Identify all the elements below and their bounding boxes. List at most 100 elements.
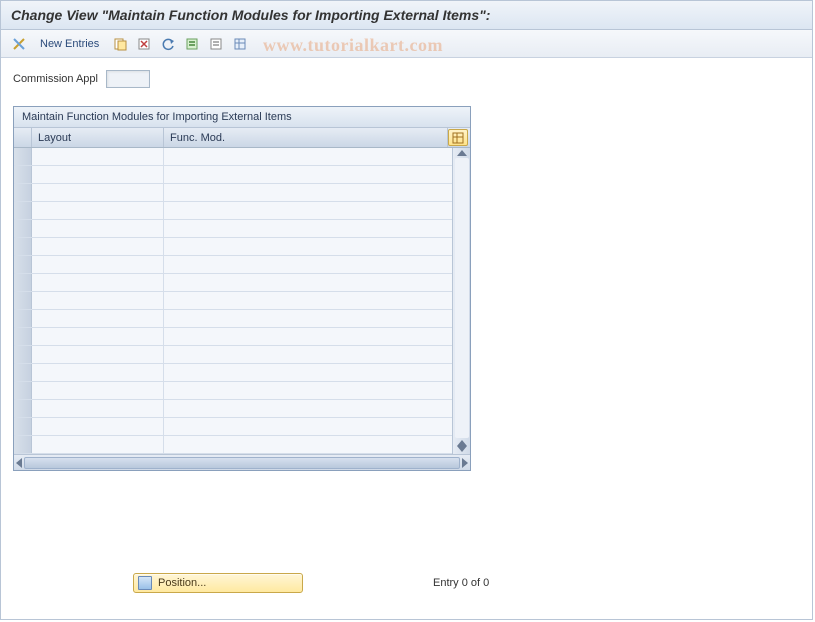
cell-layout[interactable] [32,364,164,381]
position-button[interactable]: Position... [133,573,303,593]
table-row[interactable] [14,382,452,400]
cell-layout[interactable] [32,436,164,453]
cell-layout[interactable] [32,274,164,291]
row-selector[interactable] [14,274,32,291]
table-row[interactable] [14,310,452,328]
vertical-scrollbar[interactable] [452,148,470,454]
cell-layout[interactable] [32,184,164,201]
table-row[interactable] [14,436,452,454]
cell-func-mod[interactable] [164,436,452,453]
cell-layout[interactable] [32,166,164,183]
commission-appl-input[interactable] [106,70,150,88]
cell-func-mod[interactable] [164,238,452,255]
cell-func-mod[interactable] [164,202,452,219]
cell-layout[interactable] [32,310,164,327]
table-row[interactable] [14,346,452,364]
cell-layout[interactable] [32,292,164,309]
cell-layout[interactable] [32,418,164,435]
cell-func-mod[interactable] [164,382,452,399]
toolbar: New Entries [1,30,812,58]
scroll-track[interactable] [455,158,469,438]
table-row[interactable] [14,184,452,202]
row-selector[interactable] [14,238,32,255]
cell-func-mod[interactable] [164,400,452,417]
table-row[interactable] [14,202,452,220]
cell-layout[interactable] [32,238,164,255]
cell-func-mod[interactable] [164,346,452,363]
row-selector[interactable] [14,436,32,453]
row-selector[interactable] [14,184,32,201]
table-row[interactable] [14,328,452,346]
scroll-right-icon[interactable] [462,458,468,468]
hscroll-thumb[interactable] [24,457,460,469]
row-selector[interactable] [14,148,32,165]
table-row[interactable] [14,292,452,310]
cell-layout[interactable] [32,382,164,399]
content-area: Commission Appl Maintain Function Module… [1,58,812,483]
row-selector[interactable] [14,310,32,327]
table-settings-icon[interactable] [230,34,250,54]
commission-appl-label: Commission Appl [13,73,98,85]
delete-icon[interactable] [134,34,154,54]
cell-func-mod[interactable] [164,184,452,201]
toggle-icon[interactable] [9,34,29,54]
row-selector[interactable] [14,292,32,309]
table-title: Maintain Function Modules for Importing … [14,107,470,128]
row-selector[interactable] [14,220,32,237]
undo-icon[interactable] [158,34,178,54]
row-selector[interactable] [14,364,32,381]
cell-layout[interactable] [32,400,164,417]
cell-func-mod[interactable] [164,328,452,345]
cell-layout[interactable] [32,346,164,363]
column-select-all[interactable] [14,128,32,147]
row-selector[interactable] [14,418,32,435]
cell-layout[interactable] [32,202,164,219]
table-row[interactable] [14,238,452,256]
cell-func-mod[interactable] [164,274,452,291]
table-row[interactable] [14,274,452,292]
row-selector[interactable] [14,400,32,417]
table-row[interactable] [14,256,452,274]
cell-func-mod[interactable] [164,256,452,273]
hscroll-track[interactable] [24,457,460,469]
page-title: Change View "Maintain Function Modules f… [1,1,812,30]
cell-func-mod[interactable] [164,220,452,237]
table-row[interactable] [14,400,452,418]
column-func-mod[interactable]: Func. Mod. [164,128,448,147]
row-selector[interactable] [14,382,32,399]
new-entries-button[interactable]: New Entries [33,34,106,54]
column-layout[interactable]: Layout [32,128,164,147]
scroll-up-icon[interactable] [457,150,467,156]
cell-func-mod[interactable] [164,148,452,165]
scroll-left-icon[interactable] [16,458,22,468]
table-body [14,148,470,454]
cell-func-mod[interactable] [164,418,452,435]
app-window: Change View "Maintain Function Modules f… [0,0,813,620]
cell-func-mod[interactable] [164,364,452,381]
cell-layout[interactable] [32,220,164,237]
table-row[interactable] [14,220,452,238]
footer: Position... Entry 0 of 0 [1,573,812,593]
table-row[interactable] [14,166,452,184]
new-entries-label: New Entries [40,38,99,50]
cell-func-mod[interactable] [164,166,452,183]
scroll-down-icon[interactable] [457,446,467,452]
deselect-icon[interactable] [206,34,226,54]
row-selector[interactable] [14,202,32,219]
cell-layout[interactable] [32,256,164,273]
cell-func-mod[interactable] [164,292,452,309]
table-row[interactable] [14,148,452,166]
table-row[interactable] [14,418,452,436]
copy-icon[interactable] [110,34,130,54]
row-selector[interactable] [14,346,32,363]
select-all-icon[interactable] [182,34,202,54]
cell-layout[interactable] [32,148,164,165]
cell-func-mod[interactable] [164,310,452,327]
row-selector[interactable] [14,256,32,273]
row-selector[interactable] [14,328,32,345]
horizontal-scrollbar[interactable] [14,454,470,470]
cell-layout[interactable] [32,328,164,345]
configure-columns-icon[interactable] [448,129,468,146]
table-row[interactable] [14,364,452,382]
row-selector[interactable] [14,166,32,183]
